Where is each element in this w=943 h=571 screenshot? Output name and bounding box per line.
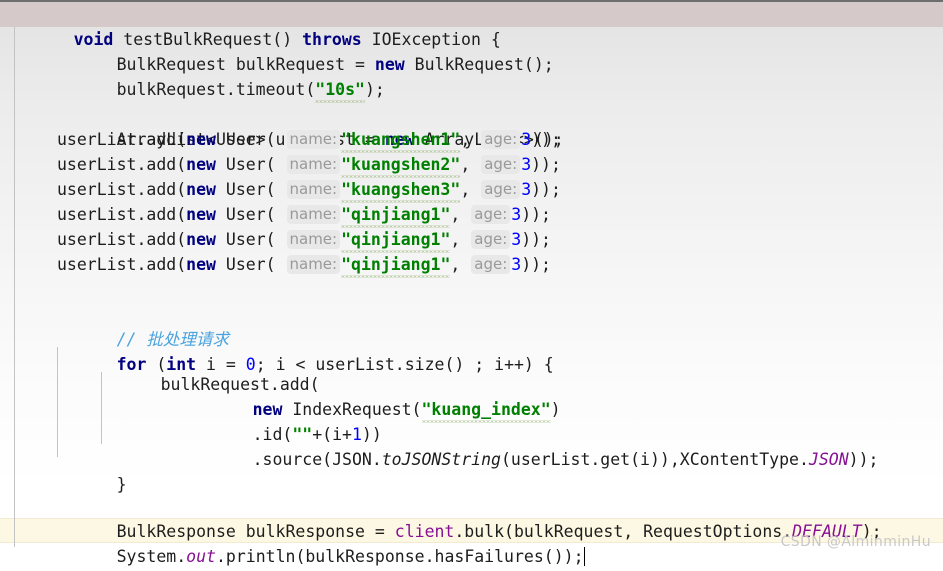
token-keyword-new: new xyxy=(186,205,216,224)
token-string-user-name: "qinjiang1" xyxy=(341,202,451,228)
token-add-close: )); xyxy=(521,255,551,274)
param-hint-age: age: xyxy=(481,155,521,174)
token-number-age: 3 xyxy=(511,205,522,224)
code-line-21[interactable]: BulkResponse bulkResponse = client.bulk(… xyxy=(0,494,943,541)
token-string-user-name: "kuangshen2" xyxy=(341,152,461,178)
param-hint-name: name: xyxy=(286,230,341,249)
code-line-11[interactable]: userList.add(new User( name: "qinjiang1",… xyxy=(0,252,943,278)
code-line-3[interactable]: bulkRequest.timeout("10s"); xyxy=(0,52,943,103)
token-user-ctor: User( xyxy=(215,180,286,199)
code-line-10[interactable]: userList.add(new User( name: "qinjiang1",… xyxy=(0,227,943,253)
token-user-ctor: User( xyxy=(215,130,286,149)
code-line-5[interactable]: ArrayList<User> userList = new ArrayList… xyxy=(0,102,943,149)
token-keyword-new: new xyxy=(186,155,216,174)
code-line-6[interactable]: userList.add(new User( name: "kuangshen1"… xyxy=(0,127,943,153)
token-string-user-name: "qinjiang1" xyxy=(341,227,451,253)
token-string-user-name: "kuangshen3" xyxy=(341,177,461,203)
code-line-15[interactable]: bulkRequest.add( xyxy=(0,347,943,394)
code-line-7[interactable]: userList.add(new User( name: "kuangshen2"… xyxy=(0,152,943,178)
token-keyword-new: new xyxy=(186,230,216,249)
code-line-9[interactable]: userList.add(new User( name: "qinjiang1",… xyxy=(0,202,943,228)
param-hint-age: age: xyxy=(481,180,521,199)
token-add-close: )); xyxy=(531,180,561,199)
param-hint-age: age: xyxy=(471,255,511,274)
token-userlist-add-prefix: userList.add( xyxy=(57,155,187,174)
param-hint-name: name: xyxy=(286,205,341,224)
token-user-ctor: User( xyxy=(215,255,286,274)
token-comma: , xyxy=(450,230,471,249)
token-string-user-name: "qinjiang1" xyxy=(341,252,451,278)
code-line-13[interactable]: // 批处理请求 xyxy=(0,302,943,349)
code-line-8[interactable]: userList.add(new User( name: "kuangshen3"… xyxy=(0,177,943,203)
token-user-ctor: User( xyxy=(215,205,286,224)
token-comma: , xyxy=(460,130,481,149)
param-hint-age: age: xyxy=(471,205,511,224)
token-comma: , xyxy=(460,155,481,174)
token-keyword-new: new xyxy=(186,180,216,199)
token-user-ctor: User( xyxy=(215,155,286,174)
code-line-20-blank[interactable] xyxy=(0,470,943,495)
param-hint-age: age: xyxy=(471,230,511,249)
token-keyword-new: new xyxy=(186,255,216,274)
token-number-age: 3 xyxy=(521,180,532,199)
param-hint-name: name: xyxy=(286,130,341,149)
param-hint-age: age: xyxy=(481,130,521,149)
token-keyword-new: new xyxy=(186,130,216,149)
token-add-close: )); xyxy=(521,205,551,224)
token-userlist-add-prefix: userList.add( xyxy=(57,205,187,224)
token-add-close: )); xyxy=(531,130,561,149)
param-hint-name: name: xyxy=(286,180,341,199)
code-line-16[interactable]: new IndexRequest("kuang_index") xyxy=(0,372,943,423)
token-number-age: 3 xyxy=(511,255,522,274)
token-userlist-add-prefix: userList.add( xyxy=(57,230,187,249)
code-line-17[interactable]: .id(""+(i+1)) xyxy=(0,397,943,444)
code-line-2[interactable]: BulkRequest bulkRequest = new BulkReques… xyxy=(0,27,943,74)
token-add-close: )); xyxy=(531,155,561,174)
code-editor-viewport[interactable]: void testBulkRequest() throws IOExceptio… xyxy=(0,0,943,571)
token-string-user-name: "kuangshen1" xyxy=(341,127,461,153)
code-line-19[interactable]: } xyxy=(0,447,943,494)
token-add-close: )); xyxy=(521,230,551,249)
code-line-4-blank[interactable] xyxy=(0,77,943,102)
code-line-18[interactable]: .source(JSON.toJSONString(userList.get(i… xyxy=(0,422,943,469)
token-comma: , xyxy=(450,255,471,274)
token-number-age: 3 xyxy=(521,130,532,149)
param-hint-name: name: xyxy=(286,255,341,274)
token-userlist-add-prefix: userList.add( xyxy=(57,180,187,199)
code-line-12-blank[interactable] xyxy=(0,277,943,302)
token-comma: , xyxy=(450,205,471,224)
param-hint-name: name: xyxy=(286,155,341,174)
token-comma: , xyxy=(460,180,481,199)
code-line-1[interactable]: void testBulkRequest() throws IOExceptio… xyxy=(0,2,943,49)
token-number-age: 3 xyxy=(521,155,532,174)
token-number-age: 3 xyxy=(511,230,522,249)
token-user-ctor: User( xyxy=(215,230,286,249)
token-userlist-add-prefix: userList.add( xyxy=(57,255,187,274)
csdn-watermark: CSDN @AlminminHu xyxy=(780,534,931,550)
token-userlist-add-prefix: userList.add( xyxy=(57,130,187,149)
